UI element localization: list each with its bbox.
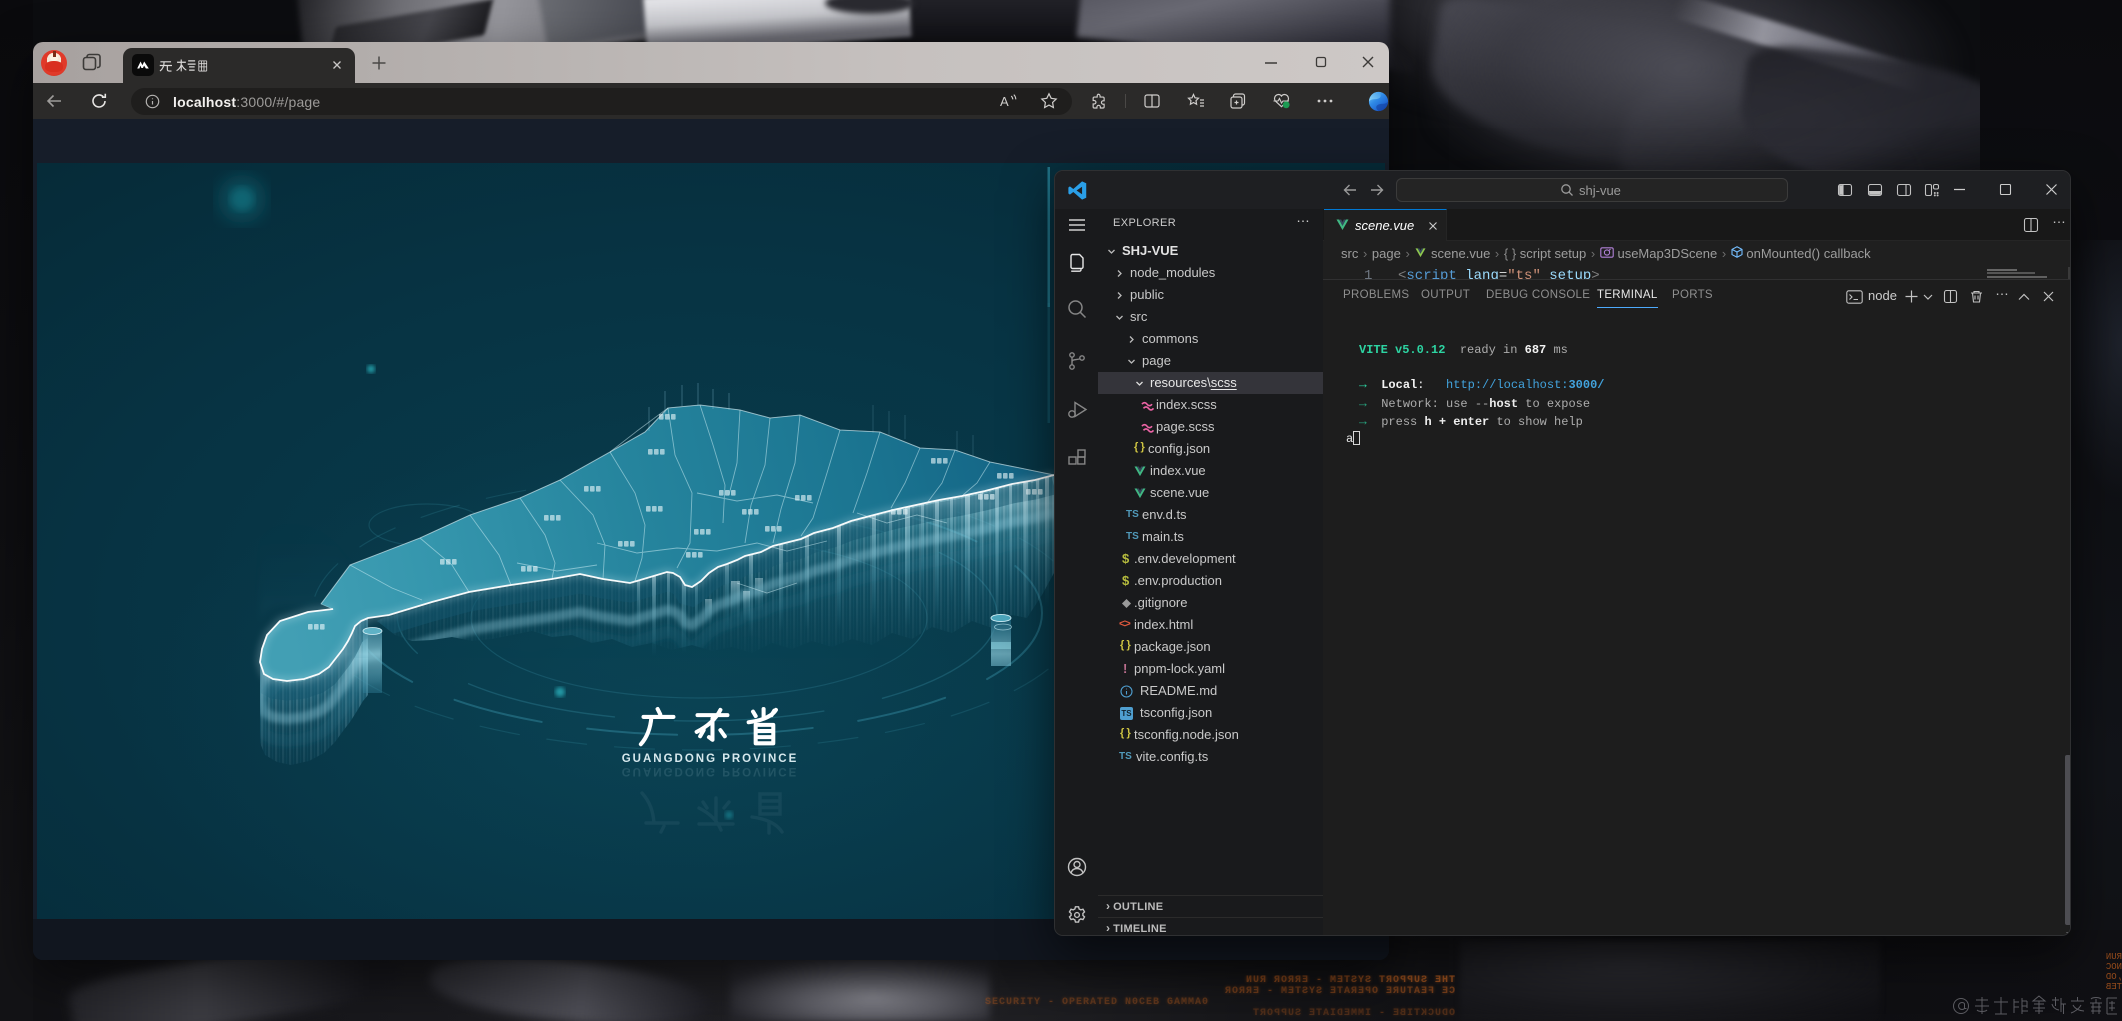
svg-text:A: A (1000, 94, 1009, 109)
svg-text:GUANGDONG PROVINCE: GUANGDONG PROVINCE (622, 753, 799, 765)
svg-text:GUANGDONG PROVINCE: GUANGDONG PROVINCE (622, 765, 799, 777)
